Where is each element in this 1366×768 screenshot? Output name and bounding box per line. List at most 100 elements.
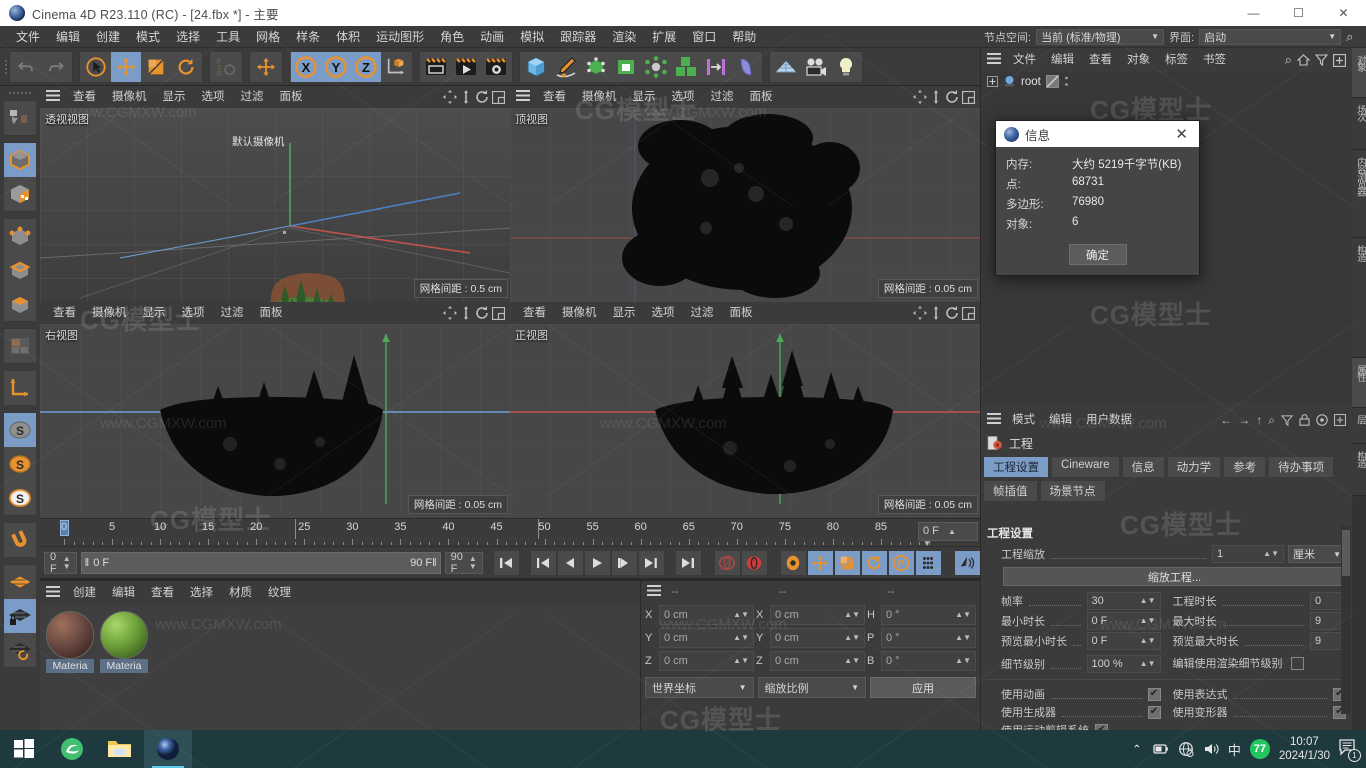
node-space-select[interactable]: 当前 (标准/物理) ▼ (1036, 28, 1165, 45)
om-menu-1[interactable]: 编辑 (1044, 48, 1081, 72)
menu-item-7[interactable]: 样条 (288, 26, 328, 48)
preview-min-time-field[interactable]: 0 F ▲▼ (1086, 632, 1161, 650)
key-rotation-icon[interactable] (860, 549, 888, 576)
coordinate-system-icon[interactable] (381, 52, 411, 82)
maximize-button[interactable]: ☐ (1276, 0, 1321, 26)
spinner-icon[interactable]: ▲▼ (57, 555, 71, 570)
rotate-tool-icon[interactable] (171, 52, 201, 82)
material-tag-icon[interactable] (1045, 75, 1059, 88)
menu-item-6[interactable]: 网格 (248, 26, 288, 48)
timeline-track[interactable]: 051015202530354045505560657075808590 (52, 519, 935, 547)
point-mode-icon[interactable] (4, 219, 36, 253)
hamburger-icon[interactable] (516, 90, 530, 104)
om-menu-5[interactable]: 书签 (1196, 48, 1233, 72)
close-button[interactable]: ✕ (1321, 0, 1366, 26)
edge-mode-icon[interactable] (4, 253, 36, 287)
coord-rot-h[interactable]: 0 ° ▲▼ (881, 605, 976, 625)
om-menu-2[interactable]: 查看 (1082, 48, 1119, 72)
vtab-objects[interactable]: 对象 (1352, 48, 1366, 98)
keyframe-selection-icon[interactable] (779, 549, 807, 576)
taskbar-explorer-icon[interactable] (96, 730, 144, 768)
menu-item-8[interactable]: 体积 (328, 26, 368, 48)
spinner-icon[interactable]: ▲▼ (838, 611, 860, 619)
key-scale-icon[interactable] (833, 549, 861, 576)
vp2-canvas[interactable]: 右视图 网格间距 : 0.05 cm (40, 324, 510, 518)
forward-arrow-icon[interactable]: → (1238, 413, 1250, 427)
sound-toggle-icon[interactable] (953, 549, 981, 576)
material-item[interactable]: Materia (46, 611, 94, 724)
tray-expand-icon[interactable]: ⌃ (1132, 742, 1142, 756)
coordinate-space-select[interactable]: 世界坐标 ▼ (645, 677, 754, 698)
coord-size-y[interactable]: 0 cm ▲▼ (770, 628, 865, 648)
am-menu-2[interactable]: 用户数据 (1079, 408, 1139, 432)
hamburger-icon[interactable] (987, 413, 1001, 427)
toolbar-grip[interactable] (2, 51, 9, 83)
search-icon[interactable]: ⌕ (1268, 413, 1275, 428)
material-list[interactable]: Materia Materia (40, 605, 640, 730)
tab-cineware[interactable]: Cineware (1051, 456, 1120, 478)
vtab-takes[interactable]: 场次 (1352, 98, 1366, 150)
expand-plus-icon[interactable] (987, 76, 998, 87)
make-editable-icon[interactable] (4, 101, 36, 135)
coordinate-scale-select[interactable]: 缩放比例 ▼ (757, 677, 867, 698)
back-arrow-icon[interactable]: ← (1220, 413, 1232, 427)
menu-item-5[interactable]: 工具 (208, 26, 248, 48)
info-dialog[interactable]: 信息 ✕ 内存: 大约 5219千字节(KB) 点: 68731 多边形: 76… (995, 120, 1200, 276)
menu-item-9[interactable]: 运动图形 (368, 26, 432, 48)
up-arrow-icon[interactable]: ↑ (1256, 413, 1262, 427)
viewport-right[interactable]: 查看 摄像机 显示 选项 过滤 面板 右视图 网格间距: 0.05 cm (40, 302, 510, 518)
light-icon[interactable] (831, 52, 861, 82)
menu-item-12[interactable]: 模拟 (512, 26, 552, 48)
mm-menu-2[interactable]: 查看 (144, 581, 181, 605)
texture-mode-icon[interactable] (4, 177, 36, 211)
vp0-menu-0[interactable]: 查看 (66, 86, 103, 108)
spinner-icon[interactable]: ▲▼ (949, 634, 971, 642)
viewport-top[interactable]: 查看 摄像机 显示 选项 过滤 面板 顶视图 网格间距: 0.05 cm (510, 86, 980, 302)
framerate-field[interactable]: 30 ▲▼ (1086, 592, 1161, 610)
spline-pen-icon[interactable] (551, 52, 581, 82)
render-view-icon[interactable] (421, 52, 451, 82)
undo-icon[interactable] (11, 52, 41, 82)
volume-icon[interactable] (1203, 742, 1219, 756)
network-icon[interactable] (1178, 741, 1194, 757)
material-preview[interactable] (100, 611, 148, 659)
deformer-icon[interactable] (611, 52, 641, 82)
vp3-menu-4[interactable]: 过滤 (684, 302, 721, 324)
filter-icon[interactable] (1281, 414, 1293, 426)
spinner-icon[interactable]: ▲▼ (838, 634, 860, 642)
mm-menu-1[interactable]: 编辑 (105, 581, 142, 605)
model-mode-icon[interactable] (4, 143, 36, 177)
spinner-icon[interactable]: ▲▼ (727, 657, 749, 665)
vp0-menu-5[interactable]: 面板 (273, 86, 310, 108)
menu-item-2[interactable]: 创建 (88, 26, 128, 48)
layout-select[interactable]: 启动 ▼ (1199, 28, 1342, 45)
next-frame-button[interactable] (610, 549, 638, 576)
live-selection-icon[interactable] (81, 52, 111, 82)
vp2-menu-1[interactable]: 摄像机 (85, 302, 134, 324)
apply-button[interactable]: 应用 (870, 677, 976, 698)
vp0-menu-3[interactable]: 选项 (195, 86, 232, 108)
scale-tool-icon[interactable] (141, 52, 171, 82)
vtab-layers[interactable]: 层 (1352, 408, 1366, 444)
tab-reference[interactable]: 参考 (1223, 456, 1267, 478)
z-axis-icon[interactable]: Z (351, 51, 381, 82)
om-menu-0[interactable]: 文件 (1006, 48, 1043, 72)
menu-item-1[interactable]: 编辑 (48, 26, 88, 48)
vp1-menu-4[interactable]: 过滤 (704, 86, 741, 108)
add-icon[interactable] (1334, 414, 1346, 426)
next-key-button[interactable] (637, 549, 665, 576)
menu-item-0[interactable]: 文件 (8, 26, 48, 48)
snap-disabled-icon[interactable]: S (4, 413, 36, 447)
vp3-menu-0[interactable]: 查看 (516, 302, 553, 324)
axis-mode-icon[interactable] (4, 371, 36, 405)
timeline-ruler[interactable]: 051015202530354045505560657075808590 0 F… (40, 518, 980, 548)
rail-grip[interactable] (4, 88, 36, 98)
world-axis-icon[interactable] (251, 52, 281, 82)
spinner-icon[interactable]: ▲▼ (1257, 550, 1279, 558)
material-preview[interactable] (46, 611, 94, 659)
info-dialog-ok-button[interactable]: 确定 (1068, 244, 1127, 265)
spinner-icon[interactable]: ▲▼ (1134, 597, 1156, 605)
add-icon[interactable] (1333, 53, 1346, 67)
am-menu-1[interactable]: 编辑 (1042, 408, 1079, 432)
field-icon[interactable] (731, 52, 761, 82)
